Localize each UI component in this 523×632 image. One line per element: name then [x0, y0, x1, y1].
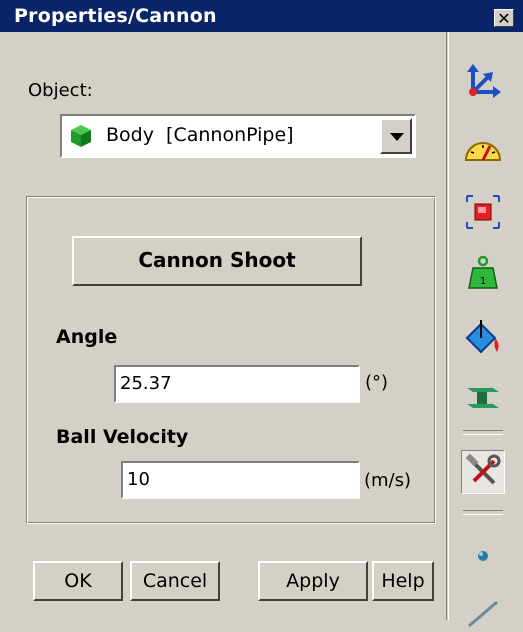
- close-button[interactable]: ✕: [494, 9, 514, 27]
- i-beam-icon[interactable]: [463, 378, 503, 418]
- toolbar-separator: [463, 430, 503, 435]
- dropdown-arrow-button[interactable]: [380, 118, 412, 154]
- ball-velocity-label: Ball Velocity: [56, 426, 189, 448]
- tools-button[interactable]: [461, 450, 505, 494]
- paint-bucket-icon[interactable]: [463, 316, 503, 356]
- title-bar: Properties/Cannon ✕: [0, 0, 523, 32]
- svg-text:1: 1: [480, 276, 486, 287]
- pen-icon[interactable]: [463, 592, 503, 632]
- tool-sidebar: 1: [446, 32, 523, 628]
- axes-icon[interactable]: [463, 62, 503, 102]
- apply-button[interactable]: Apply: [258, 561, 368, 601]
- help-button[interactable]: Help: [372, 561, 434, 601]
- mass-weight-icon[interactable]: 1: [463, 252, 503, 292]
- ball-velocity-input[interactable]: 10: [121, 461, 360, 499]
- object-dropdown[interactable]: Body [CannonPipe]: [60, 114, 416, 158]
- point-icon[interactable]: [463, 536, 503, 576]
- angle-input[interactable]: 25.37: [114, 365, 360, 403]
- selection-box-icon[interactable]: [463, 192, 503, 232]
- object-label: Object:: [28, 80, 93, 101]
- ball-velocity-unit: (m/s): [364, 470, 412, 491]
- angle-label: Angle: [56, 326, 118, 348]
- cannon-shoot-button[interactable]: Cannon Shoot: [72, 236, 362, 286]
- speedometer-icon[interactable]: [463, 128, 503, 168]
- close-icon: ✕: [497, 9, 511, 28]
- toolbar-separator: [463, 510, 503, 515]
- tools-hammer-wrench-icon: [465, 453, 501, 485]
- window-title: Properties/Cannon: [14, 5, 217, 27]
- cancel-button[interactable]: Cancel: [130, 561, 220, 601]
- green-cube-icon: [71, 125, 91, 147]
- angle-unit: (°): [365, 372, 389, 393]
- object-dropdown-value: Body [CannonPipe]: [106, 124, 294, 146]
- ok-button[interactable]: OK: [33, 561, 123, 601]
